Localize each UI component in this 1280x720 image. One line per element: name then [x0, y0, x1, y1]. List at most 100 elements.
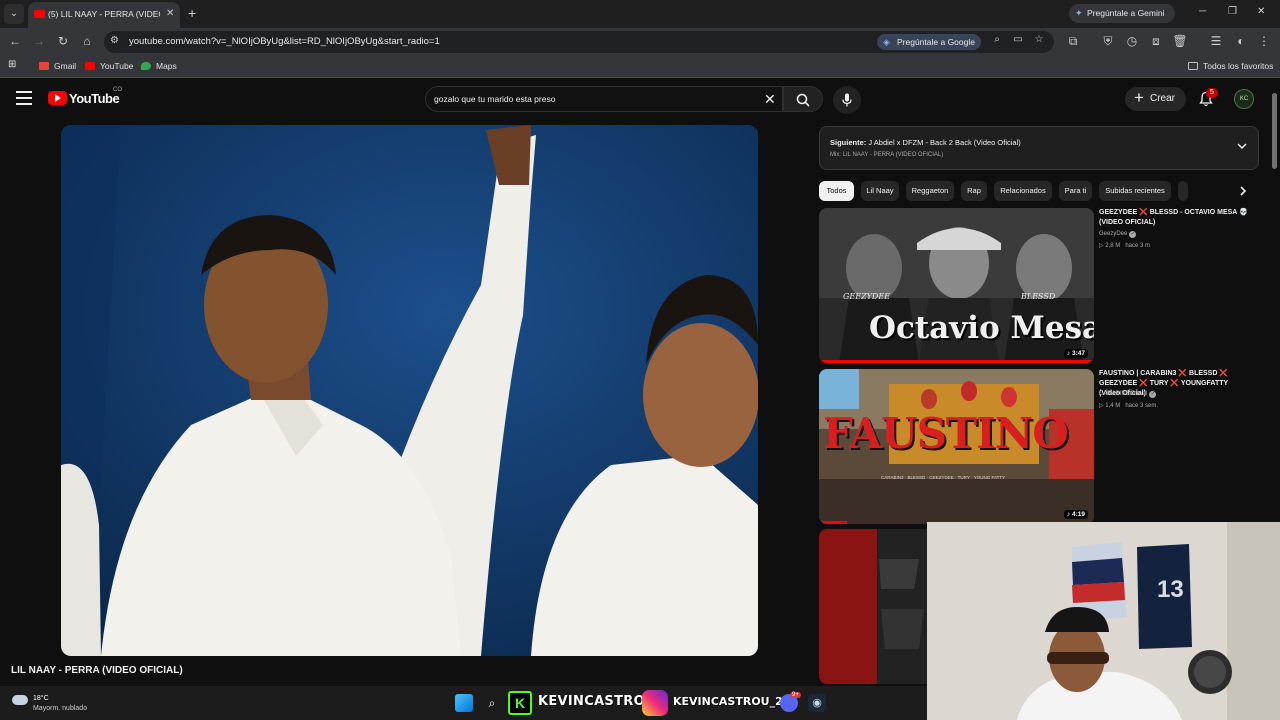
chevron-down-icon[interactable]: [1236, 140, 1248, 152]
duration-badge: ♪ 3:47: [1063, 349, 1088, 358]
recommendation-item[interactable]: FAUSTINO CARABIN3 · BLESSD · GEEZYDEE · …: [819, 369, 1259, 524]
gmail-icon: [39, 62, 49, 70]
verified-icon: ✓: [1129, 231, 1137, 238]
search-box[interactable]: gozalo que tu marido esta preso ✕: [425, 86, 783, 112]
recommendation-item[interactable]: GEEZYDEE BLESSD Octavio Mesa ♪ 3:47 GEEZ…: [819, 208, 1259, 363]
create-button[interactable]: + Crear: [1125, 87, 1186, 111]
bookmark-maps[interactable]: Maps: [141, 61, 177, 71]
browser-tab-strip: ⌄ (5) LIL NAAY - PERRA (VIDEO O ✕ + ✦ Pr…: [0, 0, 1280, 28]
view-count: 1,4 M: [1105, 403, 1121, 409]
cast-icon[interactable]: ▭: [1010, 34, 1026, 45]
chip-relacionados[interactable]: Relacionados: [994, 181, 1052, 201]
close-tab-icon[interactable]: ✕: [166, 8, 174, 19]
search-button[interactable]: [783, 86, 823, 112]
bookmark-gmail-label: Gmail: [54, 61, 77, 71]
video-thumbnail[interactable]: FAUSTINO CARABIN3 · BLESSD · GEEZYDEE · …: [819, 369, 1094, 524]
browser-toolbar: ← → ↻ ⌂ ⚙ youtube.com/watch?v=_NlOIjOByU…: [0, 28, 1280, 56]
watch-progress-bar: [819, 521, 847, 524]
channel-label: GeezyDee: [1099, 231, 1128, 237]
duration-badge: ♪ 4:19: [1063, 510, 1088, 519]
chip-todos[interactable]: Todos: [819, 181, 854, 201]
instagram-username: KEVINCASTROU_23: [673, 695, 791, 708]
upload-age: hace 3 m: [1125, 243, 1150, 249]
youtube-icon: [85, 62, 95, 70]
ask-google-chip[interactable]: ◈ Pregúntale a Google: [877, 34, 981, 50]
minimize-icon[interactable]: ─: [1199, 6, 1206, 17]
clear-search-icon[interactable]: ✕: [764, 91, 776, 108]
all-bookmarks-label: Todos los favoritos: [1203, 61, 1274, 71]
thumbnail-partial: [819, 529, 927, 684]
video-meta: ▷ 1,4 M hace 3 sem.: [1099, 403, 1158, 409]
channel-name[interactable]: GeezyDee ✓: [1099, 231, 1137, 238]
translate-icon[interactable]: ⧈: [1148, 34, 1164, 49]
chip-reggaeton[interactable]: Reggaeton: [906, 181, 954, 201]
chip-rap[interactable]: Rap: [961, 181, 987, 201]
maximize-icon[interactable]: ❐: [1228, 6, 1237, 17]
url-text[interactable]: youtube.com/watch?v=_NlOIjOByUg&list=RD_…: [129, 36, 440, 47]
site-info-icon[interactable]: ⚙: [110, 35, 119, 46]
chip-para-ti[interactable]: Para ti: [1059, 181, 1092, 201]
hamburger-menu-icon[interactable]: [16, 91, 32, 105]
duration-text: 3:47: [1071, 350, 1085, 357]
microphone-icon: [842, 93, 852, 107]
home-icon[interactable]: ⌂: [79, 34, 95, 48]
back-icon[interactable]: ←: [7, 34, 23, 48]
ask-gemini-label: Pregúntale a Gemini: [1087, 8, 1165, 18]
voice-search-button[interactable]: [833, 86, 861, 114]
video-player[interactable]: [61, 125, 758, 656]
bookmark-star-icon[interactable]: ☆: [1031, 34, 1047, 45]
recommendation-thumbnail-partial[interactable]: [819, 529, 927, 684]
extensions-icon[interactable]: ⧉: [1065, 34, 1081, 49]
taskbar-search-icon[interactable]: ⌕: [483, 694, 501, 712]
maps-icon: [141, 62, 151, 70]
bookmark-maps-label: Maps: [156, 61, 177, 71]
bookmark-youtube[interactable]: YouTube: [85, 61, 133, 71]
windows-start-icon[interactable]: [455, 694, 473, 712]
create-label: Crear: [1150, 93, 1176, 104]
reading-list-icon[interactable]: ☰: [1208, 34, 1224, 48]
weather-temperature[interactable]: 18°C: [33, 695, 49, 702]
gemini-icon: ✦: [1075, 8, 1083, 18]
account-avatar[interactable]: KC: [1234, 89, 1254, 109]
weather-description[interactable]: Mayorm. nublado: [33, 705, 87, 712]
watch-progress-bar: [819, 360, 1094, 363]
close-window-icon[interactable]: ✕: [1257, 6, 1265, 17]
country-code: CO: [113, 87, 122, 93]
video-thumbnail[interactable]: GEEZYDEE BLESSD Octavio Mesa ♪ 3:47: [819, 208, 1094, 363]
ask-gemini-button[interactable]: ✦ Pregúntale a Gemini: [1069, 4, 1175, 23]
all-bookmarks[interactable]: Todos los favoritos: [1188, 61, 1273, 71]
more-menu-icon[interactable]: ⋮: [1256, 34, 1272, 48]
tab-search-button[interactable]: ⌄: [4, 4, 24, 24]
bookmarks-bar: ⊞ Gmail YouTube Maps Todos los favoritos: [0, 56, 1280, 78]
chip-subidas-recientes[interactable]: Subidas recientes: [1099, 181, 1171, 201]
delete-icon[interactable]: 🗑: [1172, 34, 1188, 48]
instagram-logo-icon: [642, 690, 668, 716]
cloudy-weather-icon[interactable]: [12, 695, 28, 705]
profile-icon[interactable]: ◐: [1233, 34, 1249, 48]
youtube-logo-icon[interactable]: [48, 91, 67, 105]
active-tab[interactable]: (5) LIL NAAY - PERRA (VIDEO O ✕: [28, 2, 180, 28]
youtube-wordmark[interactable]: YouTube: [69, 91, 120, 106]
apps-grid-icon[interactable]: ⊞: [8, 59, 16, 70]
video-title[interactable]: GEEZYDEE ❌ BLESSD - OCTAVIO MESA 💀 (VIDE…: [1099, 208, 1249, 228]
steam-icon[interactable]: ◉: [808, 694, 826, 712]
up-next-prefix: Siguiente:: [830, 138, 867, 147]
forward-icon[interactable]: →: [31, 34, 47, 48]
chip-lil-naay[interactable]: Lil Naay: [861, 181, 899, 201]
reload-icon[interactable]: ↻: [55, 34, 71, 48]
search-input[interactable]: gozalo que tu marido esta preso: [434, 94, 555, 104]
history-icon[interactable]: ◷: [1124, 34, 1140, 48]
channel-name[interactable]: CARABIN3 Oficial ✓: [1099, 391, 1157, 398]
verified-icon: ✓: [1149, 391, 1157, 398]
extension-a-icon[interactable]: ⛨: [1100, 34, 1116, 49]
bookmark-gmail[interactable]: Gmail: [39, 61, 76, 71]
new-tab-button[interactable]: +: [188, 5, 196, 21]
address-bar[interactable]: ⚙ youtube.com/watch?v=_NlOIjOByUg&list=R…: [104, 31, 1054, 53]
page-scrollbar[interactable]: [1272, 93, 1277, 169]
filter-chips: Todos Lil Naay Reggaeton Rap Relacionado…: [819, 181, 1259, 201]
view-count: 2,8 M: [1105, 243, 1121, 249]
chevron-right-icon[interactable]: [1236, 184, 1250, 198]
zoom-icon[interactable]: ⌕: [989, 34, 1005, 45]
chip-overflow[interactable]: [1178, 181, 1188, 201]
up-next-panel[interactable]: Siguiente: J Abdiel x DFZM - Back 2 Back…: [819, 126, 1259, 170]
